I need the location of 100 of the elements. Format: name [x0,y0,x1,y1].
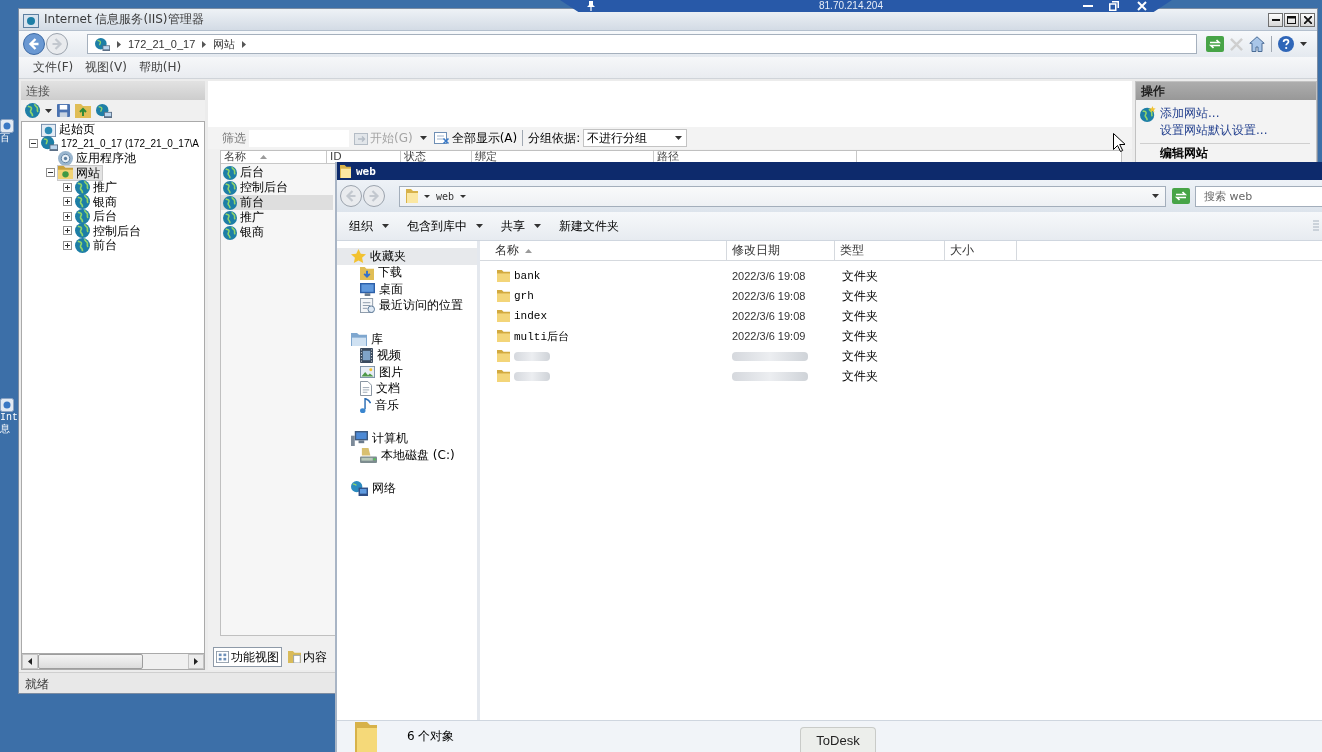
view-tab[interactable]: 功能视图 [213,647,282,667]
group-by-dropdown[interactable]: 不进行分组 [583,129,688,147]
download-folder-icon [360,265,374,280]
nav-item[interactable]: 下载 [337,264,477,281]
nav-item[interactable]: 计算机 [337,430,477,447]
desktop-shortcut-icon[interactable] [0,398,14,412]
taskbar-button[interactable]: ToDesk [800,727,876,752]
address-bar[interactable]: web [399,185,1166,207]
tree-item[interactable]: 银商 [75,194,119,209]
dropdown-caret-icon[interactable] [1152,194,1159,198]
restore-icon[interactable] [1108,1,1119,11]
caret-icon[interactable] [460,194,467,198]
file-row[interactable]: grh 2022/3/6 19:08 文件夹 [480,286,1322,306]
menu-item[interactable]: 文件(F) [27,59,80,76]
chevron-icon[interactable] [202,40,207,48]
tree-item[interactable]: 控制后台 [75,223,143,238]
nav-item[interactable]: 库 [337,331,477,348]
scroll-thumb[interactable] [38,654,143,669]
expand-toggle-icon[interactable] [63,197,72,207]
minimize-icon[interactable] [1082,5,1093,7]
server-icon[interactable] [96,103,112,118]
action-link[interactable]: 添加网站... [1160,105,1220,122]
chevron-icon[interactable] [242,40,247,48]
collapse-toggle-icon[interactable] [29,139,38,149]
toolbar-button[interactable]: 包含到库中 [401,217,489,235]
file-row[interactable]: 文件夹 [480,366,1322,386]
nav-item[interactable]: 文档 [337,380,477,397]
file-row[interactable]: 文件夹 [480,346,1322,366]
site-list-item[interactable]: 前台 [221,195,333,210]
chevron-icon[interactable] [117,40,121,48]
action-link[interactable]: 设置网站默认设置... [1160,122,1268,139]
save-icon[interactable] [57,104,70,117]
column-header[interactable]: 名称 [221,151,327,163]
scroll-right-icon[interactable] [194,658,198,665]
nav-item[interactable]: 视频 [337,347,477,364]
caret-icon[interactable] [1300,42,1307,46]
expand-toggle-icon[interactable] [63,240,72,250]
tree-item[interactable]: 网站 [58,165,102,180]
site-list-item[interactable]: 银商 [221,225,333,240]
caret-icon[interactable] [419,136,427,140]
tree-item[interactable]: 起始页 [41,122,97,137]
site-list-item[interactable]: 推广 [221,210,333,225]
toolbar-button[interactable]: 组织 [343,217,395,235]
caret-icon[interactable] [45,108,52,113]
site-list-item[interactable]: 后台 [221,165,333,180]
expand-toggle-icon[interactable] [63,226,72,236]
tree-item[interactable]: 应用程序池 [58,151,138,166]
close-icon[interactable] [1136,1,1147,11]
breadcrumb-item[interactable]: 172_21_0_17 [128,38,196,50]
toolbar-button[interactable]: 共享 [495,217,547,235]
tree-item[interactable]: 推广 [75,180,119,195]
breadcrumb-item[interactable]: web [436,190,455,202]
maximize-button[interactable] [1284,12,1299,27]
nav-item[interactable]: 音乐 [337,397,477,414]
menu-item[interactable]: 帮助(H) [132,59,188,76]
search-field[interactable]: 搜索 web [1195,185,1322,207]
expand-toggle-icon[interactable] [63,182,72,192]
caret-icon[interactable] [424,194,430,198]
expand-toggle-icon[interactable] [63,211,72,221]
folder-up-icon[interactable] [75,103,91,118]
tree-item[interactable]: 后台 [75,209,119,224]
tree-item[interactable]: 172_21_0_17 (172_21_0_17\A [41,136,201,151]
column-header[interactable]: 名称 [480,241,727,260]
breadcrumb-item[interactable]: 网站 [213,36,236,52]
menu-item[interactable]: 视图(V) [79,59,133,76]
tree-item[interactable]: 前台 [75,238,119,253]
view-tab[interactable]: 内容 [285,647,330,667]
file-row[interactable]: bank 2022/3/6 19:08 文件夹 [480,266,1322,286]
file-row[interactable]: multi后台 2022/3/6 19:09 文件夹 [480,326,1322,346]
show-all-button[interactable]: 全部显示(A) [431,129,520,147]
computer-icon [351,431,368,447]
toolbar-button[interactable]: 新建文件夹 [553,217,625,235]
refresh-icon[interactable] [1172,188,1190,204]
column-header[interactable]: 类型 [835,241,945,260]
nav-item[interactable]: 桌面 [337,281,477,298]
globe-icon[interactable] [25,103,40,118]
nav-item[interactable]: 网络 [337,480,477,497]
horizontal-scrollbar[interactable] [21,653,205,670]
nav-item[interactable]: 本地磁盘 (C:) [337,447,477,464]
close-button[interactable] [1300,12,1315,27]
address-bar[interactable]: 172_21_0_17 网站 [87,34,1197,54]
window-title: Internet 信息服务(IIS)管理器 [44,11,204,28]
file-row[interactable]: index 2022/3/6 19:08 文件夹 [480,306,1322,326]
scroll-left-icon[interactable] [28,658,32,665]
pin-icon[interactable] [587,1,595,11]
back-button[interactable] [23,33,45,55]
desktop-shortcut-icon[interactable] [0,119,14,133]
home-icon[interactable] [1249,36,1265,52]
modified-date: 2022/3/6 19:08 [732,270,806,282]
nav-item[interactable]: 收藏夹 [337,248,477,265]
nav-item[interactable]: 图片 [337,364,477,381]
column-header[interactable]: 大小 [945,241,1017,260]
help-icon[interactable] [1278,36,1294,52]
site-list-item[interactable]: 控制后台 [221,180,333,195]
collapse-toggle-icon[interactable] [46,168,55,178]
filter-label: 筛选 [222,129,246,147]
minimize-button[interactable] [1268,12,1283,27]
refresh-icon[interactable] [1206,36,1224,52]
nav-item[interactable]: 最近访问的位置 [337,297,477,314]
column-header[interactable]: 修改日期 [727,241,835,260]
